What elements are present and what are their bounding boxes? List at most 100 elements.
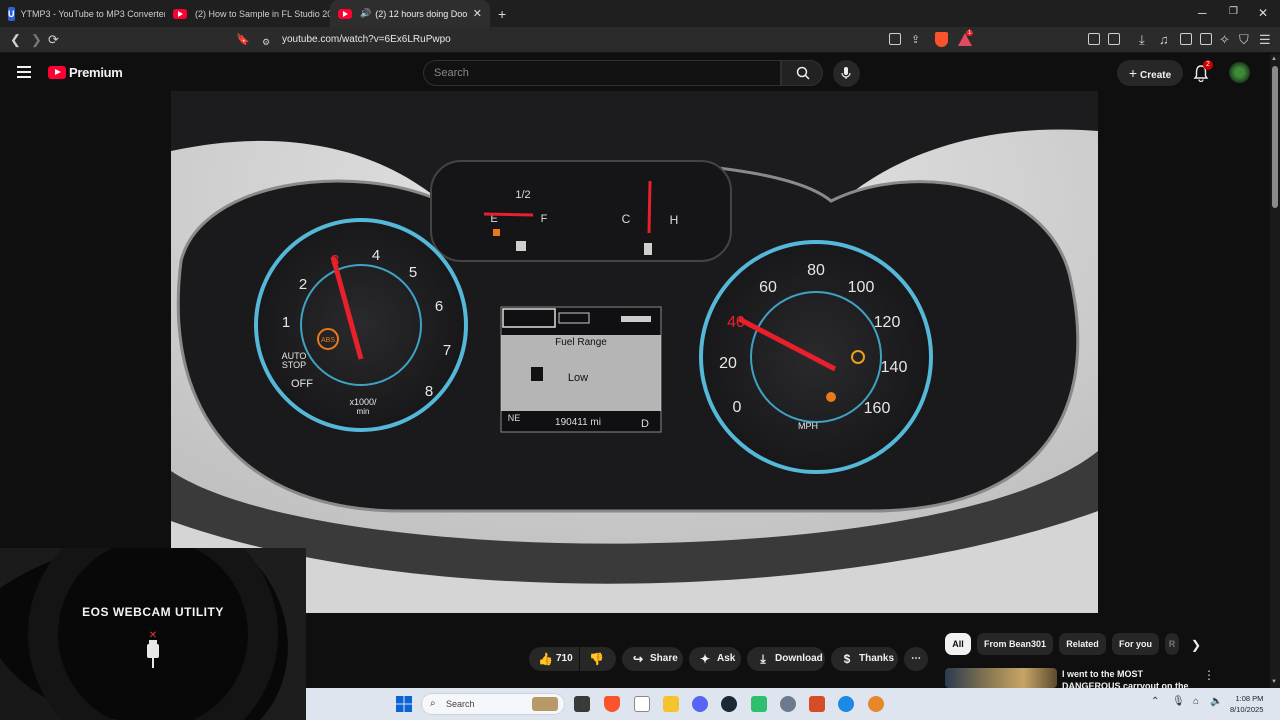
tach-4: 4 (372, 247, 380, 264)
share-button[interactable]: ↪ Share (622, 647, 683, 671)
vpn-shield-icon[interactable]: ⛉ (1239, 32, 1249, 48)
youtube-favicon-icon (338, 8, 352, 19)
restore-window-icon[interactable]: ❐ (1229, 6, 1238, 17)
speedometer: 0 20 40 60 80 100 120 140 160 MPH (699, 240, 933, 474)
back-icon[interactable]: ❮ (10, 32, 21, 48)
minimize-window-icon[interactable]: ─ (1198, 6, 1207, 20)
recommendation-title[interactable]: I went to the MOST DANGEROUS carryout on… (1062, 668, 1192, 688)
recommendation-thumbnail[interactable] (945, 668, 1057, 688)
tab-fl-studio[interactable]: (2) How to Sample in FL Studio 20 (E (165, 0, 330, 27)
leo-ai-icon[interactable]: ✧ (1219, 32, 1230, 48)
ask-button[interactable]: ✦ Ask (689, 647, 741, 671)
media-icon[interactable]: ♫ (1159, 32, 1169, 48)
download-icon: ⤓ (760, 652, 766, 666)
brave-shield-icon[interactable] (935, 32, 948, 47)
share-label: Share (650, 653, 678, 664)
system-clock[interactable]: 1:08 PM 8/10/2025 (1230, 693, 1263, 715)
svg-text:✕: ✕ (149, 630, 157, 641)
share-page-icon[interactable]: ⇪ (911, 32, 920, 48)
thumbs-up-icon: 👍 (538, 652, 553, 666)
more-actions-button[interactable]: ⋯ (904, 647, 928, 671)
bookmark-icon[interactable]: 🔖 (236, 32, 250, 48)
fuel-pump-icon (516, 241, 526, 251)
youtube-premium-logo[interactable]: Premium (48, 65, 123, 80)
chip-all[interactable]: All (945, 633, 971, 655)
youtube-favicon-icon (173, 8, 187, 19)
dislike-button[interactable]: 👎 (580, 647, 616, 671)
download-button[interactable]: ⤓ Download (747, 647, 825, 671)
speed-80: 80 (807, 262, 825, 279)
download-label: Download (775, 653, 823, 664)
tab-label: (2) How to Sample in FL Studio 20 (E (195, 8, 330, 19)
chip-truncated[interactable]: R (1165, 633, 1179, 655)
edge-browser-icon[interactable] (838, 696, 854, 712)
webcam-overlay: EOS WEBCAM UTILITY ✕ (0, 548, 306, 720)
rewards-badge: 1 (966, 30, 974, 36)
settings-gear-icon[interactable] (780, 696, 796, 712)
close-tab-icon[interactable]: ✕ (473, 7, 482, 20)
voice-search-button[interactable] (833, 60, 860, 87)
tab-search-icon[interactable] (1108, 33, 1120, 45)
reload-icon[interactable]: ⟳ (48, 32, 59, 48)
tab-label: (2) 12 hours doing DoorDash (375, 8, 467, 19)
scrollbar-thumb[interactable] (1272, 66, 1278, 208)
brave-browser-icon[interactable] (604, 696, 620, 712)
thumbs-down-icon: 👎 (589, 652, 604, 666)
temp-c-label: C (622, 212, 631, 226)
tray-overflow-icon[interactable]: ⌃ (1151, 696, 1159, 707)
scroll-down-arrow-icon[interactable]: ▼ (1271, 679, 1277, 685)
browser-menu-icon[interactable]: ☰ (1259, 32, 1271, 48)
app-icon[interactable] (751, 696, 767, 712)
hamburger-menu-icon[interactable] (17, 66, 31, 78)
webcam-title: EOS WEBCAM UTILITY (82, 605, 224, 619)
downloads-icon[interactable]: ⤓ (1139, 32, 1145, 48)
new-tab-button[interactable]: + (498, 6, 506, 22)
address-bar[interactable]: youtube.com/watch?v=6Ex6LRuPwpo (256, 30, 876, 50)
notepad-icon[interactable] (634, 696, 650, 712)
network-icon[interactable]: ⌂ (1193, 696, 1199, 707)
video-player[interactable]: 1/2 E F C H 1 2 3 4 5 6 7 8 (171, 91, 1098, 613)
fl-studio-icon[interactable] (809, 696, 825, 712)
volume-icon[interactable]: 🔈 (1210, 696, 1222, 707)
tach-1: 1 (282, 314, 290, 331)
forward-icon[interactable]: ❯ (31, 32, 42, 48)
browser-tab-strip: U YTMP3 - YouTube to MP3 Converter (2) H… (0, 0, 1280, 27)
tab-doordash[interactable]: 🔊 (2) 12 hours doing DoorDash ✕ (330, 0, 490, 27)
chip-related[interactable]: Related (1059, 633, 1106, 655)
compass-label: NE (508, 413, 521, 423)
browser-toolbar: ❮ ❯ ⟳ 🔖 ⚙ youtube.com/watch?v=6Ex6LRuPwp… (0, 27, 1280, 53)
speed-20: 20 (719, 355, 737, 372)
search-button[interactable] (781, 60, 823, 86)
create-button[interactable]: + Create (1117, 60, 1183, 86)
sidebar-icon[interactable] (1180, 33, 1192, 45)
tach-6: 6 (435, 298, 443, 315)
search-input[interactable]: Search (423, 60, 781, 86)
screen-cast-icon[interactable] (889, 33, 901, 45)
task-view-icon[interactable] (574, 696, 590, 712)
chips-next-chevron-icon[interactable]: ❯ (1191, 638, 1201, 652)
chip-from-bean301[interactable]: From Bean301 (977, 633, 1053, 655)
coolant-temp-icon (644, 243, 652, 255)
close-window-icon[interactable]: ✕ (1258, 6, 1268, 20)
extensions-icon[interactable] (1088, 33, 1100, 45)
like-button[interactable]: 👍 710 (529, 647, 579, 671)
windows-start-icon[interactable] (396, 696, 412, 712)
fuel-range-icon (531, 367, 543, 381)
wallet-icon[interactable] (1200, 33, 1212, 45)
scroll-up-arrow-icon[interactable]: ▲ (1271, 56, 1277, 62)
tab-ytmp3[interactable]: U YTMP3 - YouTube to MP3 Converter (0, 0, 165, 27)
thanks-button[interactable]: $ Thanks (831, 647, 898, 671)
speed-60: 60 (759, 279, 777, 296)
auto-stop-label-2: STOP (282, 360, 306, 370)
chip-for-you[interactable]: For you (1112, 633, 1159, 655)
windows-search-placeholder: Search (446, 699, 475, 709)
discord-icon[interactable] (692, 696, 708, 712)
speed-0: 0 (733, 399, 742, 416)
steam-icon[interactable] (721, 696, 737, 712)
file-explorer-icon[interactable] (663, 696, 679, 712)
windows-search-box[interactable]: ⌕ Search (421, 693, 565, 715)
avatar[interactable] (1229, 62, 1250, 83)
recommendation-more-icon[interactable]: ⋮ (1203, 668, 1215, 682)
app-orange-icon[interactable] (868, 696, 884, 712)
microphone-tray-icon[interactable]: 🎙 (1172, 696, 1185, 707)
